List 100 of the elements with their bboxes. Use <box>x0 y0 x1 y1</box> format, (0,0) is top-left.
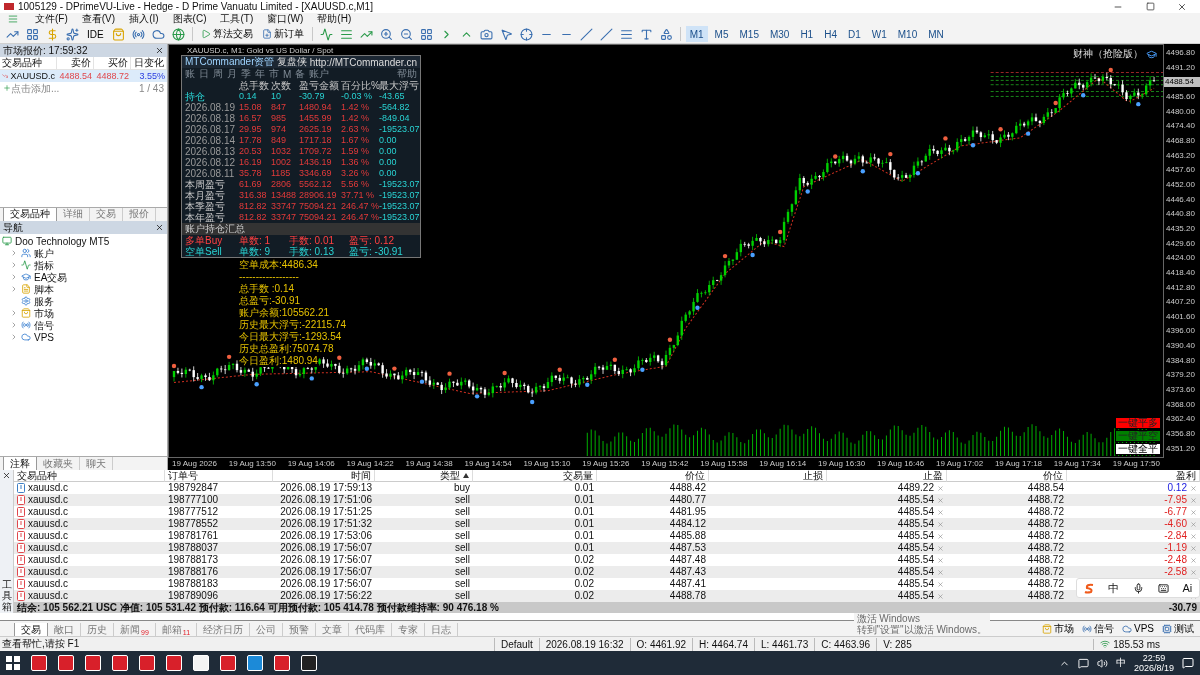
microphone-icon[interactable] <box>1133 582 1145 594</box>
price-label: 4412.80 <box>1165 282 1196 293</box>
service-link[interactable]: 市场 <box>1042 621 1074 636</box>
panel-tab[interactable]: 详细 <box>57 207 90 221</box>
toolbox-tab[interactable]: 交易 <box>14 623 48 636</box>
side-label: 空单Sell <box>185 246 223 257</box>
row-label: 本周盈亏 <box>185 179 226 190</box>
service-link[interactable]: 测试 <box>1162 621 1194 636</box>
menu-item[interactable]: 查看(V) <box>81 13 116 25</box>
stats-tab[interactable]: 备 <box>295 67 306 81</box>
template-icon[interactable] <box>24 26 41 42</box>
stat-value: 812.82 <box>239 212 268 223</box>
close-order-icon[interactable] <box>1190 556 1197 564</box>
stats-tab[interactable]: 市 <box>269 67 279 81</box>
remove-icon[interactable] <box>937 580 944 588</box>
start-icon[interactable] <box>6 656 20 670</box>
stats-tab[interactable]: 季 <box>241 67 251 81</box>
tree-item[interactable]: 服务 <box>34 295 54 307</box>
column-header: 最大浮亏 <box>379 80 420 91</box>
menu-item[interactable]: 插入(I) <box>129 13 159 25</box>
service-link[interactable]: 信号 <box>1082 621 1114 636</box>
stats-tab[interactable]: 日 <box>199 67 209 81</box>
menu-item[interactable]: 帮助(H) <box>317 13 352 25</box>
time-label: 19 Aug 14:38 <box>405 458 453 470</box>
stats-tab[interactable]: M <box>283 68 292 80</box>
tree-item[interactable]: 指标 <box>34 259 54 271</box>
close-order-icon[interactable] <box>1190 532 1197 540</box>
crosshair-icon[interactable] <box>517 26 535 42</box>
price-label: 4435.20 <box>1165 223 1196 234</box>
lot-size: 手数: 0.13 <box>289 246 336 257</box>
timeframe-button[interactable]: M30 <box>765 26 794 42</box>
sparkle-icon[interactable] <box>64 26 81 42</box>
input-language[interactable]: 中 <box>1115 656 1126 670</box>
close-icon[interactable] <box>2 471 11 480</box>
timeframe-button[interactable]: H1 <box>796 26 818 42</box>
timeframe-button[interactable]: MN <box>924 26 948 42</box>
stats-tab[interactable]: 账户 <box>309 67 330 81</box>
timeframe-button[interactable]: H4 <box>820 26 841 42</box>
clock[interactable]: 22:59 2026/8/19 <box>1133 653 1174 673</box>
timeframe-button[interactable]: M10 <box>893 26 922 42</box>
remove-icon[interactable] <box>937 556 944 564</box>
symbol-cell: xauusd.c <box>14 494 165 506</box>
close-icon[interactable] <box>155 46 164 55</box>
algo-trading-button[interactable]: 算法交易 <box>197 26 256 42</box>
remove-icon[interactable] <box>937 508 944 516</box>
menu-item[interactable]: 文件(F) <box>35 13 68 25</box>
new-order-button[interactable]: 新订单 <box>258 26 307 42</box>
panel-tab[interactable]: 注释 <box>3 457 37 470</box>
stats-tab[interactable]: 月 <box>227 67 237 81</box>
timeframe-button[interactable]: M5 <box>710 26 733 42</box>
input-mode[interactable]: 中 <box>1108 580 1120 596</box>
symbol-cell[interactable]: XAUUSD.c <box>0 70 57 82</box>
stat-value: -19523.07 <box>379 190 420 201</box>
taskbar-app-icon[interactable] <box>301 655 317 671</box>
tree-item[interactable]: 信号 <box>34 319 54 331</box>
notification-icon[interactable] <box>1182 657 1194 669</box>
close-order-icon[interactable] <box>1190 508 1197 516</box>
tree-item[interactable]: 市场 <box>34 307 54 319</box>
time-label: 19 Aug 13:50 <box>228 458 276 470</box>
timeframe-button[interactable]: M15 <box>735 26 763 42</box>
service-link[interactable]: VPS <box>1122 623 1154 634</box>
tree-item[interactable]: Doo Technology MT5 <box>15 235 110 247</box>
timeframe-button[interactable]: W1 <box>867 26 891 42</box>
stats-tab[interactable]: 周 <box>213 67 223 81</box>
stat-value: 10 <box>271 91 282 102</box>
stats-tab[interactable]: 账 <box>185 67 195 81</box>
close-icon[interactable] <box>155 222 164 232</box>
menu-item[interactable]: 图表(C) <box>172 13 207 25</box>
order-cell: 198788176 <box>165 566 273 578</box>
timeframe-button[interactable]: M1 <box>685 26 708 42</box>
volume-icon[interactable] <box>1096 657 1108 669</box>
remove-icon[interactable] <box>937 484 944 492</box>
globe-icon[interactable] <box>169 26 187 42</box>
stat-value: -0.03 % <box>341 91 374 102</box>
tree-item[interactable]: EA交易 <box>34 271 68 283</box>
close-positions-button[interactable]: 一键全平 <box>1115 443 1161 455</box>
menu-item[interactable]: 窗口(W) <box>267 13 304 25</box>
toolbox-label: 工具箱 <box>1 579 12 612</box>
timeframe-button[interactable]: D1 <box>844 26 865 42</box>
tree-item[interactable]: 账户 <box>34 247 54 259</box>
keyboard-icon[interactable] <box>1157 582 1169 594</box>
tree-item[interactable]: VPS <box>34 331 54 343</box>
panel-title: 市场报价: 17:59:32 <box>3 44 88 57</box>
add-symbol-link[interactable]: 点击添加... <box>3 81 60 96</box>
tree-item[interactable]: 脚本 <box>34 283 54 295</box>
close-order-icon[interactable] <box>1190 484 1197 492</box>
stats-tab[interactable]: 年 <box>255 67 265 81</box>
panel-tab[interactable]: 报价 <box>123 207 156 221</box>
panel-tab[interactable]: 交易 <box>90 207 123 221</box>
panel-tab[interactable]: 交易品种 <box>3 207 57 221</box>
ai-button[interactable]: Ai <box>1182 582 1193 594</box>
panel-subtitle: 复盘侠 <box>277 55 308 68</box>
website-link[interactable]: http://MTCommander.cn <box>309 56 417 68</box>
stat-value: 20.53 <box>239 146 263 157</box>
close-positions-button[interactable]: 一键平多 <box>1115 417 1161 429</box>
ide-button[interactable]: IDE <box>84 26 107 42</box>
menu-item[interactable]: 工具(T) <box>220 13 254 25</box>
take-profit-cell: 4485.54 <box>827 566 947 578</box>
help-link[interactable]: 帮助 <box>397 67 417 81</box>
remove-icon[interactable] <box>937 532 944 540</box>
